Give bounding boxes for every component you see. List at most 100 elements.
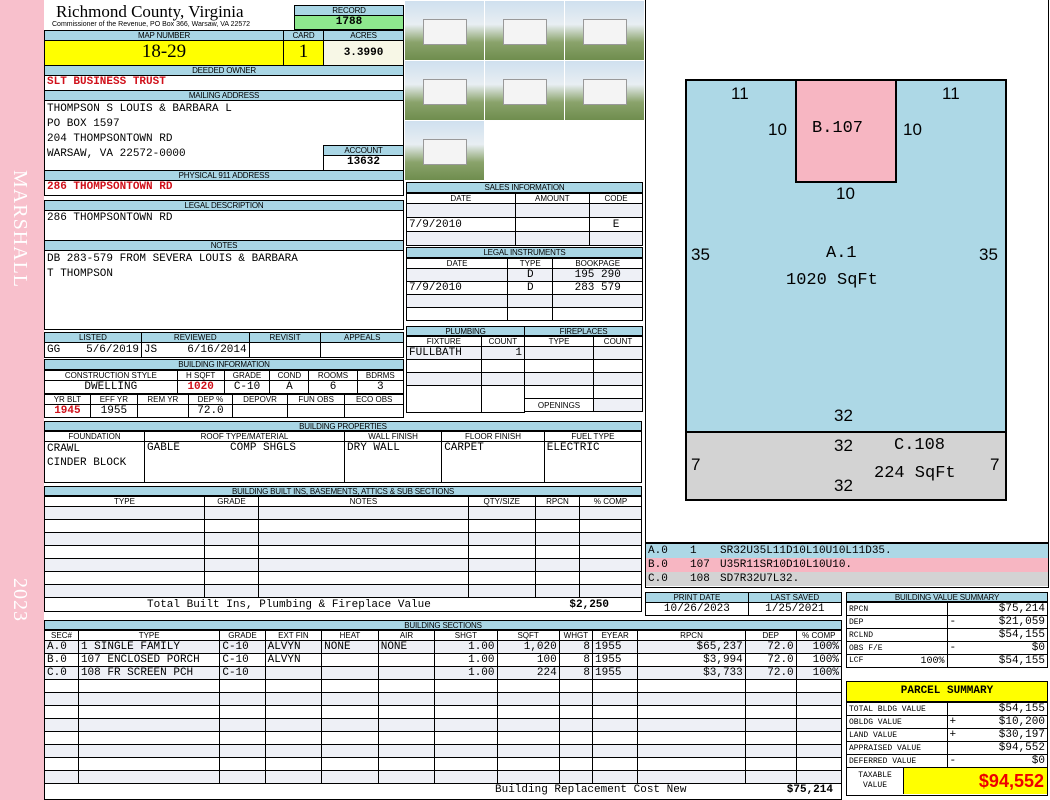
- table-row: [44, 718, 843, 732]
- cell: [377, 757, 436, 771]
- col-header: AMOUNT: [514, 193, 591, 204]
- builtins-total-label: Total Built Ins, Plumbing & Fireplace Va…: [147, 598, 431, 611]
- print-date: 10/26/2023: [645, 602, 749, 616]
- summary-row: OBS F/E - $0: [846, 641, 1048, 655]
- summary-key: DEFERRED VALUE: [846, 754, 947, 768]
- parcel-summary: PARCEL SUMMARY TOTAL BLDG VALUE $54,155 OB…: [846, 681, 1048, 796]
- cell: [264, 770, 323, 784]
- built-ins: BUILDING BUILT INS, BASEMENTS, ATTICS & …: [44, 486, 642, 612]
- cell: 107 ENCLOSED PORCH: [77, 653, 221, 667]
- cell: B.0: [44, 653, 79, 667]
- cell: [795, 744, 843, 758]
- dim-label: 11: [942, 84, 960, 103]
- table-row: [44, 744, 843, 758]
- cell: [637, 744, 746, 758]
- cell: $3,733: [637, 666, 746, 680]
- cell: 100%: [795, 653, 843, 667]
- cell: [637, 679, 746, 693]
- district-label: MARSHALL: [9, 170, 31, 289]
- cell: 100: [496, 653, 560, 667]
- sale-code: E: [589, 217, 643, 232]
- cell: [321, 666, 379, 680]
- barn-photo[interactable]: [405, 61, 484, 120]
- house-photo[interactable]: [405, 1, 484, 60]
- col-header: TYPE: [77, 630, 221, 641]
- dim-label: 7: [990, 455, 1000, 474]
- summary-value: $0: [961, 754, 1048, 768]
- year-label: 2023: [9, 578, 31, 622]
- table-row: [44, 770, 843, 784]
- cell: [637, 705, 746, 719]
- cell: [77, 757, 221, 771]
- building-information: BUILDING INFORMATION CONSTRUCTION STYLE H…: [44, 359, 405, 418]
- table-row: GG 5/6/2019 JS 6/16/2014: [44, 342, 404, 358]
- cell: [44, 757, 79, 771]
- table-row: [44, 731, 843, 745]
- sales-information: SALES INFORMATION DATE AMOUNT CODE 7/9/201…: [406, 182, 643, 246]
- house-photo[interactable]: [565, 61, 644, 120]
- cell: [321, 679, 379, 693]
- summary-sign: [946, 654, 961, 668]
- garage-photo[interactable]: [485, 1, 564, 60]
- cell: [637, 770, 746, 784]
- cell: [744, 679, 797, 693]
- parcel-summary-label: PARCEL SUMMARY: [846, 681, 1048, 702]
- instruments-label: LEGAL INSTRUMENTS: [406, 247, 643, 258]
- cell: [44, 770, 79, 784]
- cell: [377, 744, 436, 758]
- plumbing: PLUMBING FIXTURE COUNT FULLBATH 1: [406, 326, 526, 413]
- summary-sign: -: [946, 641, 961, 655]
- dates: PRINT DATE LAST SAVED 10/26/2023 1/25/2021: [645, 592, 843, 616]
- shed-photo[interactable]: [405, 121, 484, 180]
- heated-sqft: 1020: [176, 380, 225, 394]
- table-row: A.0 1 SINGLE FAMILY C-10 ALVYN NONE NONE 1.00 1…: [44, 640, 843, 654]
- acres-value: 3.3990: [323, 40, 404, 66]
- address-line: PO BOX 1597: [47, 118, 120, 130]
- table-row: [406, 231, 643, 246]
- sketch-area[interactable]: 11 11 10 10 B.107 10 35 35 A.1 1020 SqFt…: [645, 0, 1049, 543]
- plumbing-label: PLUMBING: [406, 326, 525, 336]
- county-title: Richmond County, Virginia: [56, 2, 244, 21]
- county-subtitle: Commissioner of the Revenue, PO Box 366,…: [52, 21, 251, 28]
- listed-date: 5/6/2019: [86, 344, 139, 356]
- cell: $3,994: [637, 653, 746, 667]
- house-photo[interactable]: [485, 61, 564, 120]
- cell: [744, 770, 797, 784]
- summary-key: DEP: [846, 615, 947, 629]
- col-header: EXT FIN: [264, 630, 323, 641]
- shed-photo[interactable]: [565, 1, 644, 60]
- cell: 224: [496, 666, 560, 680]
- cell: 100%: [795, 640, 843, 654]
- replacement-cost: $75,214: [786, 784, 833, 796]
- cell: [44, 679, 79, 693]
- table-row: 1945 1955 72.0: [44, 404, 404, 418]
- cell: [264, 679, 323, 693]
- account-number: 13632: [323, 155, 404, 171]
- cell: [795, 692, 843, 706]
- building-info-label: BUILDING INFORMATION: [44, 359, 404, 370]
- col-header: AIR: [377, 630, 436, 641]
- cell: [558, 718, 594, 732]
- cell: [377, 731, 436, 745]
- cell: [496, 692, 560, 706]
- cell: [377, 666, 436, 680]
- cell: [219, 718, 266, 732]
- dim-label: 10: [836, 184, 855, 203]
- cell: [77, 692, 221, 706]
- summary-key: RCLND: [846, 628, 947, 642]
- cell: [558, 705, 594, 719]
- col-header: SEC#: [44, 630, 79, 641]
- summary-row: LAND VALUE + $30,197: [846, 728, 1048, 742]
- cell: [558, 744, 594, 758]
- section-c-label: C.108: [894, 436, 946, 455]
- col-header: DATE: [405, 258, 509, 269]
- table-row: B.0 107 ENCLOSED PORCH C-10 ALVYN 1.00 100 8 19…: [44, 653, 843, 667]
- map-number: 18-29: [44, 40, 284, 66]
- cell: [434, 770, 498, 784]
- summary-sign: [946, 602, 961, 616]
- col-header: RPCN: [637, 630, 746, 641]
- cell: [219, 692, 266, 706]
- table-row: DWELLING 1020 C-10 A 6 3: [44, 380, 405, 394]
- cell: [744, 744, 797, 758]
- cell: 8: [558, 640, 594, 654]
